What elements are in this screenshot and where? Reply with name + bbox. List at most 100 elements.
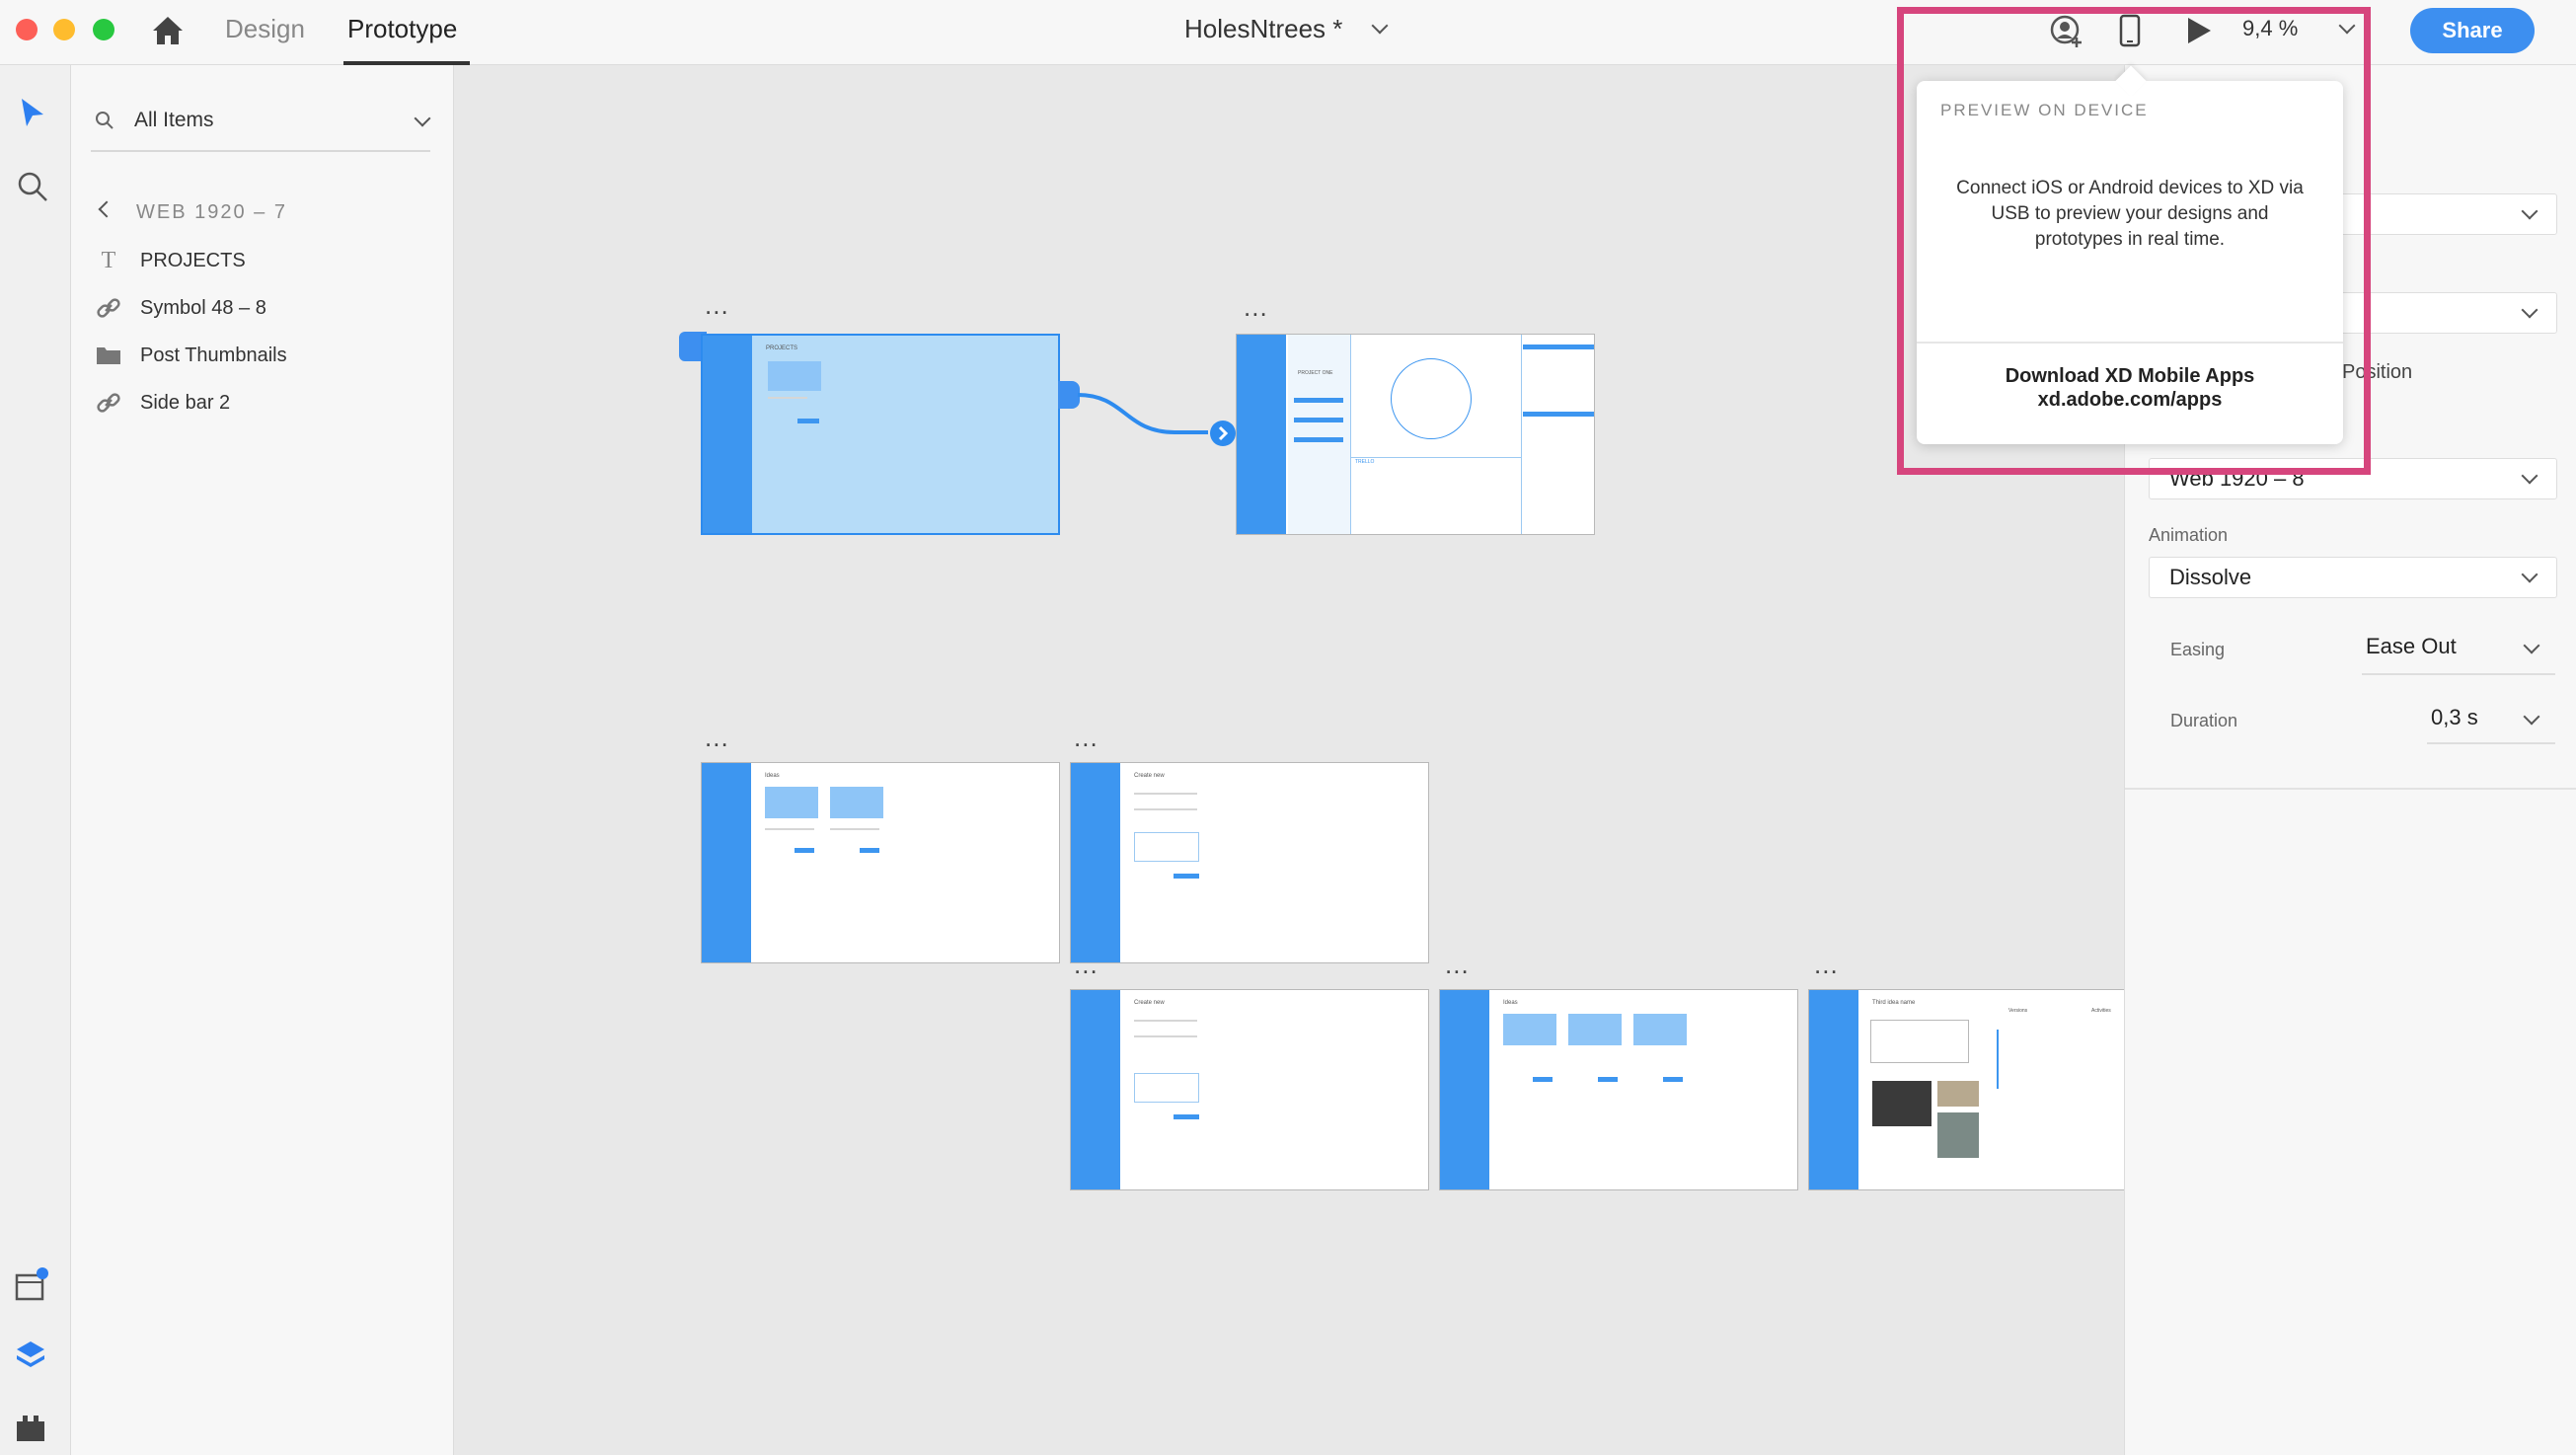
image-placeholder bbox=[1503, 1014, 1556, 1045]
form-field bbox=[1134, 1035, 1197, 1037]
photo-thumbnail bbox=[1872, 1081, 1932, 1126]
artboard-menu-dots[interactable]: ... bbox=[705, 292, 729, 318]
mini-button bbox=[1663, 1077, 1683, 1082]
layer-label: Post Thumbnails bbox=[140, 344, 287, 366]
circle-diagram bbox=[1391, 358, 1472, 439]
design-canvas[interactable]: ... PROJECTS ... PROJECT ONE TRELLO ... … bbox=[454, 65, 2124, 1455]
tool-rail bbox=[0, 65, 71, 1455]
tab-prototype[interactable]: Prototype bbox=[347, 14, 457, 44]
artboard-ideas[interactable]: Ideas bbox=[701, 762, 1060, 963]
create-new-heading: Create new bbox=[1134, 773, 1165, 779]
duration-underline bbox=[2427, 742, 2555, 744]
artboard-project-one[interactable]: PROJECT ONE TRELLO bbox=[1236, 334, 1595, 535]
link-icon bbox=[95, 294, 122, 322]
text-line bbox=[765, 828, 814, 830]
artboard-create-new-2[interactable]: Create new bbox=[1070, 989, 1429, 1190]
mini-button bbox=[1598, 1077, 1618, 1082]
layer-item-projects[interactable]: T PROJECTS bbox=[95, 241, 246, 280]
image-placeholder bbox=[768, 361, 821, 391]
layer-item-symbol[interactable]: Symbol 48 – 8 bbox=[95, 288, 266, 328]
duration-chevron-icon[interactable] bbox=[2523, 708, 2540, 726]
activities-heading: Activities bbox=[2091, 1008, 2111, 1014]
duration-label: Duration bbox=[2170, 711, 2238, 730]
document-menu-chevron-icon[interactable] bbox=[1371, 17, 1389, 35]
layer-label: PROJECTS bbox=[140, 249, 246, 271]
image-placeholder bbox=[830, 787, 883, 818]
artboard-create-new[interactable]: Create new bbox=[1070, 762, 1429, 963]
ideas-heading: Ideas bbox=[765, 773, 780, 779]
column-header bbox=[1523, 412, 1594, 417]
mini-button bbox=[1174, 1114, 1199, 1119]
tab-design[interactable]: Design bbox=[225, 14, 305, 44]
layer-item-post-thumbnails[interactable]: Post Thumbnails bbox=[95, 336, 287, 375]
artboard-menu-dots[interactable]: ... bbox=[1244, 294, 1268, 320]
select-tool-icon[interactable] bbox=[18, 97, 47, 130]
timeline-line bbox=[1997, 1030, 1999, 1089]
maximize-window-button[interactable] bbox=[93, 19, 114, 40]
text-area bbox=[1134, 1073, 1199, 1103]
form-field bbox=[1134, 808, 1197, 810]
artboard-sidebar bbox=[1440, 990, 1489, 1189]
artboard-idea-detail[interactable]: Third idea name Versions Activities bbox=[1808, 989, 2124, 1190]
layers-icon[interactable] bbox=[14, 1339, 47, 1372]
wire-arrow-icon[interactable] bbox=[1210, 421, 1236, 446]
animation-label: Animation bbox=[2149, 525, 2229, 545]
animation-select[interactable]: Dissolve bbox=[2149, 557, 2557, 598]
document-title[interactable]: HolesNtrees * bbox=[1184, 14, 1342, 44]
text-line bbox=[830, 828, 879, 830]
column-header bbox=[1523, 345, 1594, 349]
duration-input[interactable]: 0,3 s bbox=[2431, 705, 2478, 730]
mini-button bbox=[1294, 437, 1343, 442]
easing-label: Easing bbox=[2170, 640, 2226, 659]
artboard-sidebar bbox=[1809, 990, 1858, 1189]
easing-underline bbox=[2362, 673, 2555, 675]
items-filter-select[interactable]: All Items bbox=[134, 109, 214, 132]
photo-thumbnail bbox=[1937, 1081, 1979, 1107]
image-placeholder bbox=[1633, 1014, 1687, 1045]
artboard-heading: PROJECTS bbox=[766, 345, 798, 351]
artboard-menu-dots[interactable]: ... bbox=[1074, 725, 1099, 750]
ideas-heading: Ideas bbox=[1503, 1000, 1518, 1006]
back-chevron-icon[interactable] bbox=[98, 200, 115, 218]
home-icon[interactable] bbox=[150, 14, 186, 47]
artboard-menu-dots[interactable]: ... bbox=[1814, 952, 1839, 977]
artboard-sidebar bbox=[702, 763, 751, 962]
mini-button bbox=[860, 848, 879, 853]
artboard-sidebar bbox=[1237, 335, 1286, 534]
assets-icon[interactable] bbox=[14, 1267, 49, 1303]
folder-icon bbox=[95, 342, 122, 369]
text-area bbox=[1134, 832, 1199, 862]
share-button[interactable]: Share bbox=[2410, 8, 2535, 53]
artboard-menu-dots[interactable]: ... bbox=[1074, 952, 1099, 977]
artboard-sidebar bbox=[1071, 763, 1120, 962]
trello-section bbox=[1351, 457, 1521, 534]
plugins-icon[interactable] bbox=[14, 1412, 47, 1445]
mini-button bbox=[1533, 1077, 1553, 1082]
filter-underline bbox=[91, 150, 430, 152]
image-placeholder bbox=[1568, 1014, 1622, 1045]
layer-item-side-bar[interactable]: Side bar 2 bbox=[95, 383, 230, 422]
requirements-column bbox=[1521, 335, 1594, 534]
form-field bbox=[1134, 1020, 1197, 1022]
third-idea-heading: Third idea name bbox=[1872, 1000, 1916, 1006]
image-placeholder bbox=[765, 787, 818, 818]
search-icon[interactable] bbox=[16, 170, 49, 203]
idea-text-box bbox=[1870, 1020, 1969, 1063]
easing-select[interactable]: Ease Out bbox=[2366, 634, 2457, 659]
artboard-ideas-2[interactable]: Ideas bbox=[1439, 989, 1798, 1190]
close-window-button[interactable] bbox=[16, 19, 38, 40]
filter-search-icon bbox=[95, 111, 114, 130]
artboard-menu-dots[interactable]: ... bbox=[705, 725, 729, 750]
minimize-window-button[interactable] bbox=[53, 19, 75, 40]
create-new-heading: Create new bbox=[1134, 1000, 1165, 1006]
artboard-sidebar bbox=[1071, 990, 1120, 1189]
versions-heading: Versions bbox=[2008, 1008, 2028, 1014]
prototype-wire[interactable] bbox=[1076, 381, 1214, 460]
artboard-menu-dots[interactable]: ... bbox=[1445, 952, 1470, 977]
layer-label: Side bar 2 bbox=[140, 391, 231, 414]
filter-chevron-icon[interactable] bbox=[414, 110, 431, 127]
layer-label: Symbol 48 – 8 bbox=[140, 296, 266, 319]
artboard-breadcrumb: WEB 1920 – 7 bbox=[136, 201, 287, 223]
easing-chevron-icon[interactable] bbox=[2523, 637, 2540, 654]
artboard-projects[interactable]: PROJECTS bbox=[701, 334, 1060, 535]
